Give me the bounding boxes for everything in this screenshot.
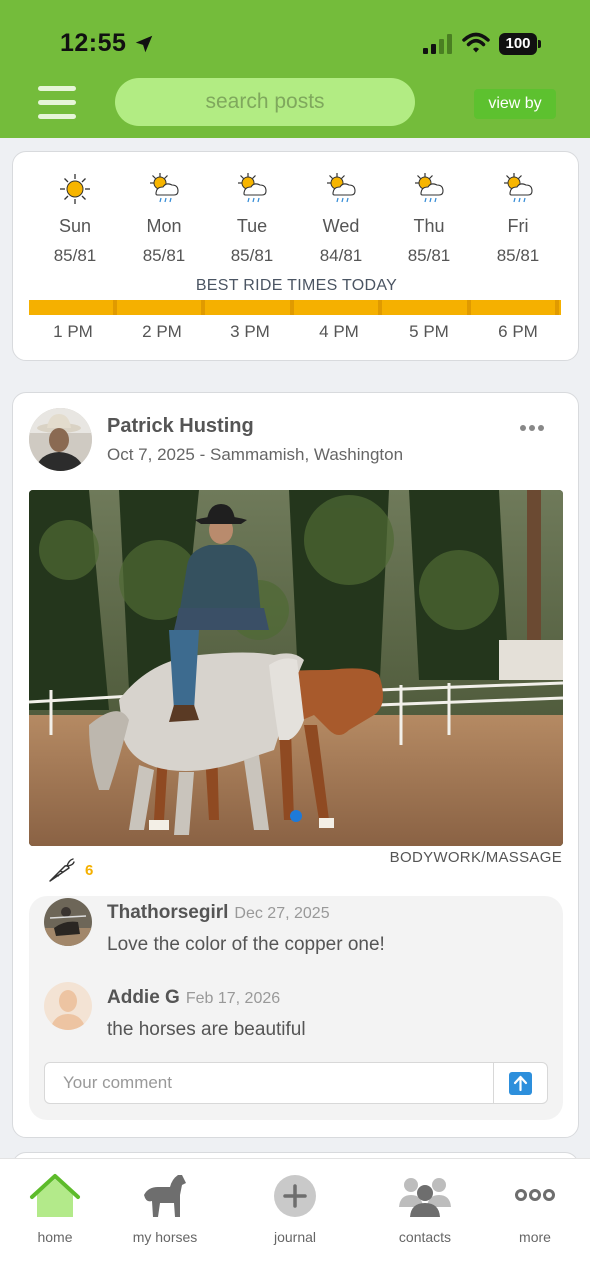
day-name: Fri	[507, 216, 529, 236]
post-author-name[interactable]: Patrick Husting	[107, 415, 254, 438]
tab-journal[interactable]: journal	[245, 1171, 345, 1245]
post-date-location: Oct 7, 2025 - Sammamish, Washington	[107, 445, 404, 464]
day-temp: 85/81	[496, 246, 540, 265]
send-arrow-icon	[509, 1072, 532, 1095]
day-name: Wed	[322, 216, 360, 236]
comment-date: Feb 17, 2026	[185, 990, 281, 1007]
ride-hour: 6 PM	[498, 322, 538, 341]
ride-times-bar	[29, 300, 561, 315]
search-input[interactable]: search posts	[115, 78, 415, 126]
battery-tip	[538, 40, 541, 48]
tab-label: contacts	[398, 1229, 452, 1245]
app-header: 12:55 100 search posts view by	[0, 0, 590, 138]
rain-sun-icon	[504, 173, 533, 203]
ride-bar-divider	[555, 300, 559, 315]
comment-author: Thathorsegirl Dec 27, 2025	[107, 902, 330, 924]
battery-indicator: 100	[499, 33, 541, 55]
commenter-photo	[44, 898, 92, 946]
tab-label: my horses	[132, 1229, 198, 1245]
menu-line-icon	[38, 114, 76, 119]
ride-bar-divider	[113, 300, 117, 315]
day-temp: 85/81	[142, 246, 186, 265]
tab-label: more	[519, 1229, 551, 1245]
day-name: Tue	[236, 216, 268, 236]
ride-hour: 5 PM	[409, 322, 449, 341]
comment-text: Love the color of the copper one!	[107, 934, 385, 955]
location-arrow-icon	[135, 35, 153, 53]
weather-card: Sun 85/81 Mon 85/81 Tue 85/81 Wed 84/81	[12, 151, 579, 361]
battery-level: 100	[499, 33, 537, 55]
tab-home[interactable]: home	[5, 1171, 105, 1245]
ride-hour: 4 PM	[319, 322, 359, 341]
day-temp: 85/81	[407, 246, 451, 265]
commenter-avatar[interactable]	[44, 898, 92, 946]
ride-hour: 1 PM	[53, 322, 93, 341]
ride-bar-divider	[378, 300, 382, 315]
send-comment-button[interactable]	[493, 1063, 547, 1103]
comment-composer	[44, 1062, 548, 1104]
post-card: Patrick Husting Oct 7, 2025 - Sammamish,…	[12, 392, 579, 1138]
horse-icon	[144, 1175, 186, 1217]
status-time: 12:55	[60, 29, 127, 57]
view-by-button[interactable]: view by	[474, 89, 556, 119]
hamburger-menu-button[interactable]	[38, 86, 76, 120]
menu-line-icon	[38, 100, 76, 105]
plus-circle-icon	[274, 1175, 316, 1217]
weather-day: Thu 85/81	[389, 172, 469, 266]
day-name: Sun	[58, 216, 92, 236]
wifi-icon	[462, 32, 490, 53]
carrot-like-icon[interactable]	[47, 856, 75, 884]
tab-label: home	[37, 1229, 73, 1245]
ride-hour: 3 PM	[230, 322, 270, 341]
menu-line-icon	[38, 86, 76, 91]
like-count: 6	[85, 862, 94, 879]
author-avatar[interactable]	[29, 408, 92, 471]
comment-date: Dec 27, 2025	[234, 905, 330, 922]
tab-label: journal	[273, 1229, 317, 1245]
author-photo	[29, 408, 92, 471]
comment-author: Addie G Feb 17, 2026	[107, 987, 280, 1009]
comment-text: the horses are beautiful	[107, 1019, 306, 1040]
best-ride-times-label: BEST RIDE TIMES TODAY	[195, 277, 398, 294]
more-dots-icon	[515, 1189, 555, 1201]
bottom-tab-bar: home my horses journal contacts more	[0, 1158, 590, 1278]
ride-hour: 2 PM	[142, 322, 182, 341]
comment-author-name[interactable]: Addie G	[107, 987, 180, 1008]
rain-sun-icon	[238, 173, 267, 203]
rain-sun-icon	[327, 173, 356, 203]
day-name: Thu	[413, 216, 445, 236]
weather-day: Sun 85/81	[35, 172, 115, 266]
post-options-icon[interactable]	[519, 423, 545, 433]
rain-sun-icon	[150, 173, 179, 203]
cellular-signal-icon	[423, 34, 452, 54]
status-bar: 12:55 100	[0, 0, 590, 80]
people-icon	[399, 1178, 451, 1217]
default-avatar-icon	[44, 982, 92, 1030]
rain-sun-icon	[415, 173, 444, 203]
post-photo[interactable]	[29, 490, 563, 846]
day-name: Mon	[146, 216, 182, 236]
tab-my-horses[interactable]: my horses	[115, 1171, 215, 1245]
comments-section: Thathorsegirl Dec 27, 2025 Love the color…	[29, 896, 563, 1120]
tab-more[interactable]: more	[485, 1171, 585, 1245]
ride-bar-divider	[201, 300, 205, 315]
ride-bar-divider	[290, 300, 294, 315]
weather-day: Wed 84/81	[301, 172, 381, 266]
tab-contacts[interactable]: contacts	[375, 1171, 475, 1245]
weather-day: Mon 85/81	[124, 172, 204, 266]
home-icon	[30, 1174, 80, 1217]
post-category-label: BODYWORK/MASSAGE	[389, 849, 562, 866]
comment-input[interactable]	[45, 1063, 493, 1103]
horse-rider-photo	[29, 490, 563, 846]
ride-bar-divider	[467, 300, 471, 315]
sun-icon	[60, 174, 90, 204]
day-temp: 84/81	[319, 246, 363, 265]
comment-author-name[interactable]: Thathorsegirl	[107, 902, 228, 923]
weather-day: Fri 85/81	[478, 172, 558, 266]
commenter-avatar[interactable]	[44, 982, 92, 1030]
day-temp: 85/81	[230, 246, 274, 265]
day-temp: 85/81	[53, 246, 97, 265]
weather-day: Tue 85/81	[212, 172, 292, 266]
